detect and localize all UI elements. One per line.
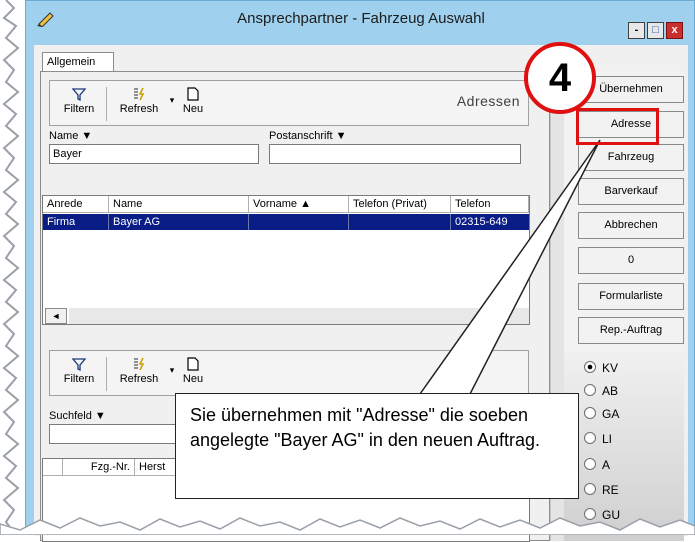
callout-box: Sie übernehmen mit "Adresse" die soeben …: [175, 393, 579, 499]
torn-edge-bottom: [0, 517, 695, 535]
highlight-box: [576, 108, 659, 145]
step-badge: 4: [524, 42, 596, 114]
